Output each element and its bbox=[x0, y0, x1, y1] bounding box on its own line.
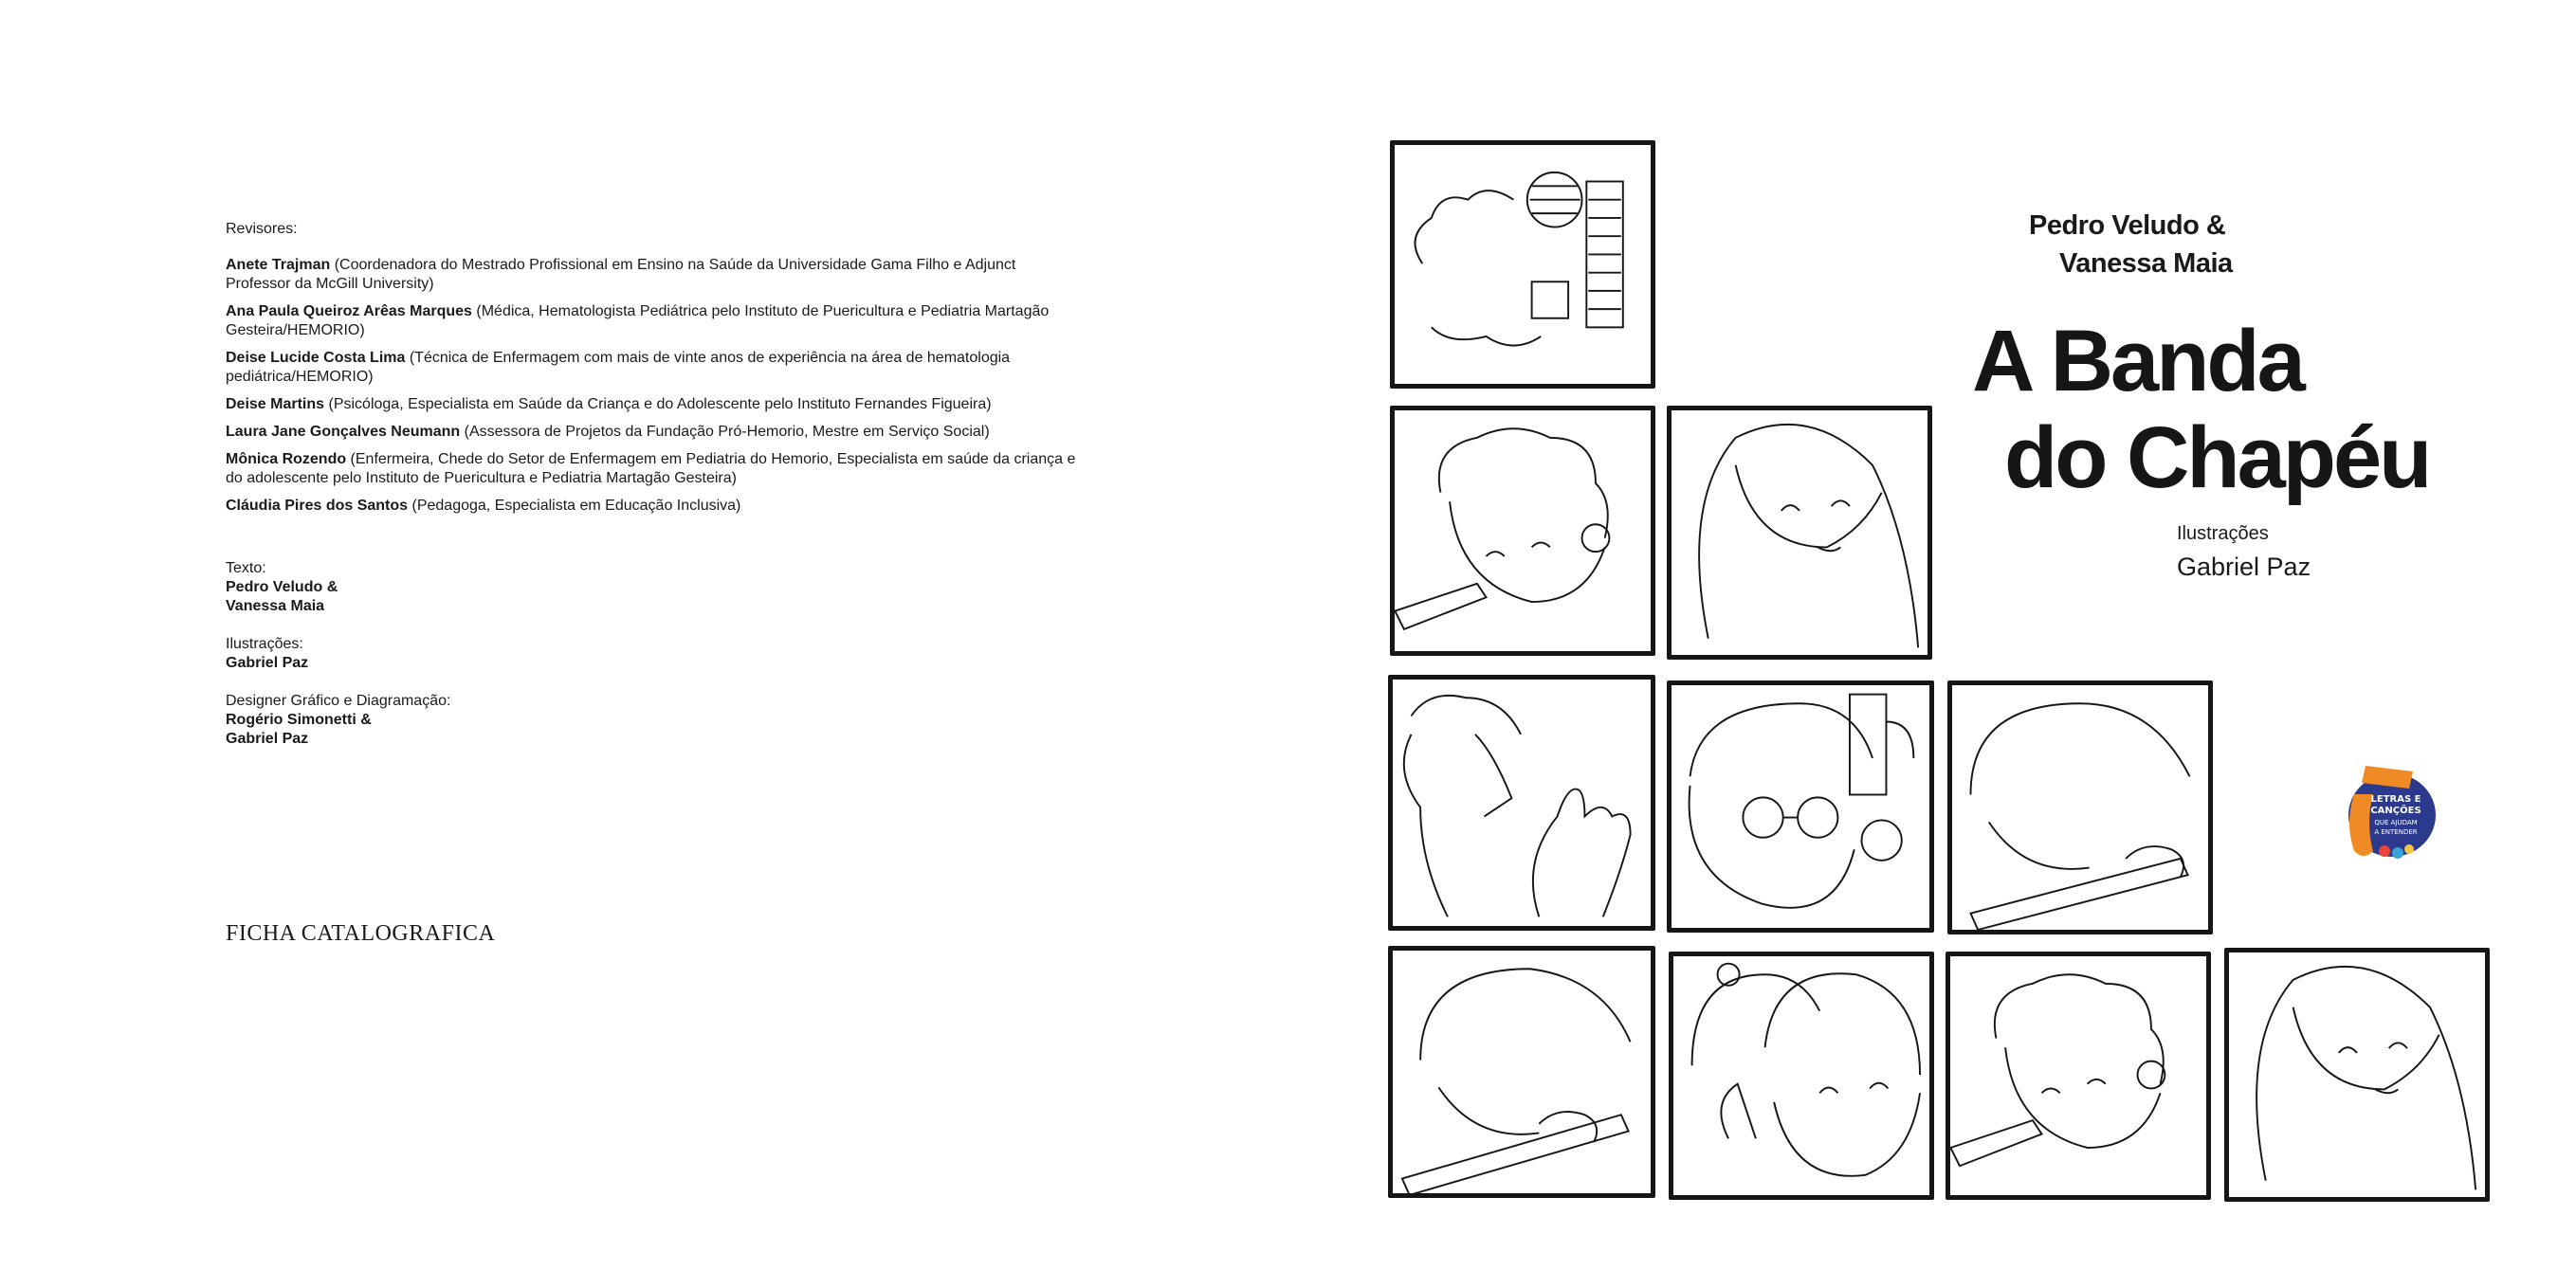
comic-panel-two-kids bbox=[1669, 952, 1934, 1200]
text-author: Vanessa Maia bbox=[226, 598, 325, 614]
reviewers-label: Revisores: bbox=[226, 221, 298, 237]
reviewer-name: Ana Paula Queiroz Arêas Marques bbox=[226, 303, 472, 319]
reviewer-name: Laura Jane Gonçalves Neumann bbox=[226, 424, 461, 440]
comic-panel-boy-glasses bbox=[1667, 680, 1934, 933]
title-line: A Banda bbox=[1972, 313, 2306, 409]
designer-name: Rogério Simonetti & bbox=[226, 712, 372, 728]
reviewer-desc: (Psicóloga, Especialista em Saúde da Cri… bbox=[324, 396, 992, 412]
reviewer-entry: Ana Paula Queiroz Arêas Marques (Médica,… bbox=[226, 302, 1079, 340]
reviewer-name: Anete Trajman bbox=[226, 257, 331, 273]
reviewer-entry: Anete Trajman (Coordenadora do Mestrado … bbox=[226, 256, 1079, 294]
reviewer-entry: Deise Martins (Psicóloga, Especialista e… bbox=[226, 395, 1079, 414]
reviewer-entry: Cláudia Pires dos Santos (Pedagoga, Espe… bbox=[226, 497, 1079, 516]
reviewer-name: Deise Martins bbox=[226, 396, 325, 412]
comic-panel-girl-1 bbox=[1667, 406, 1932, 660]
cover-author: Vanessa Maia bbox=[2059, 248, 2233, 279]
comic-panel-boy-recorder-2 bbox=[1946, 952, 2211, 1200]
cover-illustrator: Ilustrações Gabriel Paz bbox=[2177, 523, 2311, 582]
text-author: Pedro Veludo & bbox=[226, 579, 338, 595]
illustrator-name: Gabriel Paz bbox=[226, 655, 309, 671]
letras-e-cancoes-logo: LETRAS E CANÇÕES QUE AJUDAM A ENTENDER bbox=[2337, 756, 2441, 868]
illustration-credit: Ilustrações: Gabriel Paz bbox=[226, 635, 1079, 673]
reviewer-desc: (Pedagoga, Especialista em Educação Incl… bbox=[408, 498, 741, 514]
text-credit: Texto: Pedro Veludo & Vanessa Maia bbox=[226, 559, 1079, 616]
credits-section: Revisores: Anete Trajman (Coordenadora d… bbox=[226, 220, 1079, 749]
comic-panel-boy-recorder-1 bbox=[1390, 406, 1655, 656]
comic-panel-boy-flute-1 bbox=[1947, 680, 2213, 934]
cover-author: Pedro Veludo & bbox=[2029, 210, 2226, 241]
text-label: Texto: bbox=[226, 560, 266, 576]
svg-text:A ENTENDER: A ENTENDER bbox=[2374, 828, 2417, 836]
comic-panel-girl-2 bbox=[2224, 948, 2490, 1202]
reviewer-entry: Laura Jane Gonçalves Neumann (Assessora … bbox=[226, 423, 1079, 442]
illustration-label: Ilustrações: bbox=[226, 636, 303, 652]
reviewer-name: Mônica Rozendo bbox=[226, 451, 347, 467]
book-title: A Banda do Chapéu bbox=[1972, 313, 2432, 506]
design-label: Designer Gráfico e Diagramação: bbox=[226, 693, 451, 709]
reviewer-desc: (Enfermeira, Chede do Setor de Enfermage… bbox=[226, 451, 1076, 486]
reviewer-desc: (Coordenadora do Mestrado Profissional e… bbox=[226, 257, 1016, 292]
svg-text:QUE AJUDAM: QUE AJUDAM bbox=[2374, 819, 2417, 826]
svg-text:CANÇÕES: CANÇÕES bbox=[2370, 804, 2421, 816]
comic-panel-boy-flute-2 bbox=[1388, 946, 1655, 1198]
reviewer-entry: Mônica Rozendo (Enfermeira, Chede do Set… bbox=[226, 450, 1079, 488]
reviewer-desc: (Assessora de Projetos da Fundação Pró-H… bbox=[460, 424, 990, 440]
designer-name: Gabriel Paz bbox=[226, 731, 309, 747]
reviewers-list: Anete Trajman (Coordenadora do Mestrado … bbox=[226, 256, 1079, 516]
design-credit: Designer Gráfico e Diagramação: Rogério … bbox=[226, 692, 1079, 749]
reviewer-name: Cláudia Pires dos Santos bbox=[226, 498, 409, 514]
reviewer-entry: Deise Lucide Costa Lima (Técnica de Enfe… bbox=[226, 349, 1079, 387]
title-line: do Chapéu bbox=[2004, 409, 2432, 506]
comic-panel-boy-waving bbox=[1388, 675, 1655, 931]
cover-authors: Pedro Veludo & Vanessa Maia bbox=[2001, 207, 2285, 282]
cover-illus-label: Ilustrações bbox=[2177, 523, 2269, 544]
comic-panel-music-sheet bbox=[1390, 140, 1655, 389]
svg-text:LETRAS E: LETRAS E bbox=[2371, 794, 2421, 805]
reviewer-name: Deise Lucide Costa Lima bbox=[226, 350, 406, 366]
cover-illus-name: Gabriel Paz bbox=[2177, 553, 2311, 581]
ficha-catalografica: FICHA CATALOGRAFICA bbox=[226, 921, 496, 946]
